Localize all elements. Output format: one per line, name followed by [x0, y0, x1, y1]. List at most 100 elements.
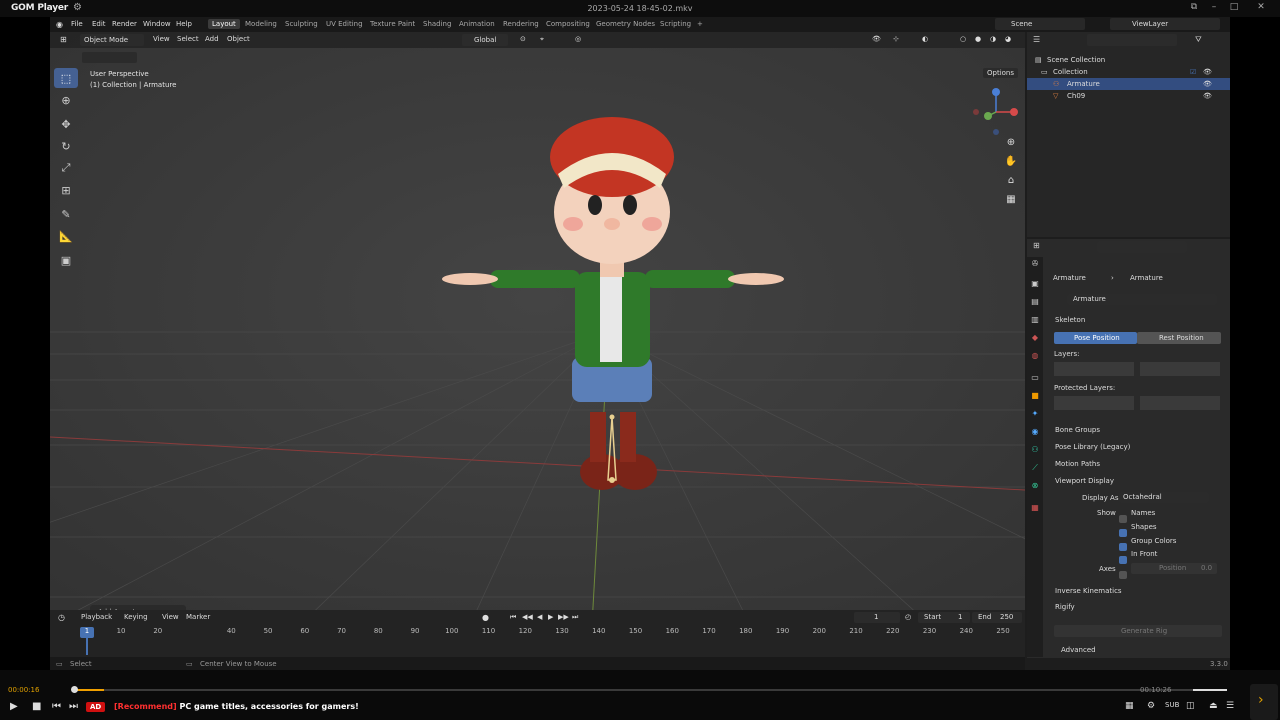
- blender-logo-icon[interactable]: ◉: [56, 20, 63, 29]
- properties-search[interactable]: [1097, 241, 1187, 253]
- pan-hand-icon[interactable]: ✋: [1003, 156, 1019, 172]
- collection-tab-icon[interactable]: ▭: [1029, 373, 1041, 385]
- panel-inverse-kinematics[interactable]: Inverse Kinematics: [1045, 584, 1223, 598]
- outliner-row-scene-collection[interactable]: ▤ Scene Collection: [1027, 54, 1230, 66]
- armature-data-tab-icon[interactable]: ⚇: [1029, 445, 1041, 457]
- object-tab-icon[interactable]: ■: [1029, 391, 1041, 403]
- protected-layers-grid-b[interactable]: [1140, 396, 1220, 410]
- tab-modeling[interactable]: Modeling: [242, 20, 280, 28]
- mode-dropdown[interactable]: Object Mode: [80, 34, 144, 46]
- tab-sculpting[interactable]: Sculpting: [282, 20, 321, 28]
- tab-rendering[interactable]: Rendering: [500, 20, 542, 28]
- record-icon[interactable]: ●: [482, 613, 489, 622]
- play-button-icon[interactable]: ▶: [10, 701, 18, 712]
- select-mode-buttons[interactable]: [82, 52, 137, 63]
- scene-selector[interactable]: Scene: [995, 18, 1085, 30]
- proportional-icon[interactable]: ◎: [575, 35, 581, 43]
- outliner-row-collection[interactable]: ▭ Collection ☑ 👁: [1027, 66, 1230, 78]
- menu-add[interactable]: Add: [205, 35, 219, 43]
- axes-checkbox[interactable]: [1119, 564, 1127, 583]
- tab-shading[interactable]: Shading: [420, 20, 454, 28]
- seek-knob[interactable]: [71, 686, 78, 693]
- physics-tab-icon[interactable]: ◉: [1029, 427, 1041, 439]
- menu-select[interactable]: Select: [177, 35, 199, 43]
- tab-texture-paint[interactable]: Texture Paint: [367, 20, 418, 28]
- constraints-tab-icon[interactable]: ⊗: [1029, 481, 1041, 493]
- panel-motion-paths[interactable]: Motion Paths: [1045, 457, 1223, 471]
- menu-window[interactable]: Window: [143, 20, 171, 28]
- output-tab-icon[interactable]: ▤: [1029, 297, 1041, 309]
- menu-render[interactable]: Render: [112, 20, 137, 28]
- properties-editor-icon[interactable]: ⊞: [1033, 241, 1040, 250]
- tab-scripting[interactable]: Scripting: [657, 20, 694, 28]
- camera-icon[interactable]: ⌂: [1003, 175, 1019, 191]
- bone-tab-icon[interactable]: ⟋: [1029, 463, 1041, 475]
- overlay-icon[interactable]: ◐: [922, 35, 928, 43]
- close-icon[interactable]: ✕: [1252, 2, 1270, 12]
- add-workspace-icon[interactable]: +: [694, 20, 706, 28]
- move-icon[interactable]: ✥: [54, 114, 78, 134]
- maximize-icon[interactable]: □: [1225, 2, 1243, 12]
- panel-viewport-display[interactable]: Viewport Display: [1045, 474, 1223, 488]
- shading-rendered-icon[interactable]: ◕: [1005, 35, 1011, 43]
- timeline-editor-icon[interactable]: ◷: [58, 613, 65, 622]
- menu-tl-view[interactable]: View: [162, 613, 179, 621]
- jump-start-icon[interactable]: ⏮: [510, 613, 516, 622]
- play-reverse-icon[interactable]: ◀: [537, 613, 542, 621]
- menu-file[interactable]: File: [71, 20, 83, 28]
- menu-icon[interactable]: ☰: [1226, 701, 1234, 711]
- subtitle-icon[interactable]: SUB: [1165, 701, 1179, 709]
- start-frame-field[interactable]: Start 1: [918, 612, 970, 623]
- scale-icon[interactable]: ⤢: [54, 158, 78, 178]
- layers-grid-a[interactable]: [1054, 362, 1134, 376]
- menu-object[interactable]: Object: [227, 35, 250, 43]
- play-icon[interactable]: ▶: [548, 613, 553, 621]
- shading-wire-icon[interactable]: ○: [960, 35, 966, 43]
- panel-rigify[interactable]: Rigify: [1045, 600, 1223, 614]
- snap-icon[interactable]: ⌖: [540, 35, 544, 44]
- frame-ruler[interactable]: 10 20 40 50 60 70 80 90 100 110 120 130 140 150 160 170…: [80, 627, 1025, 641]
- pivot-icon[interactable]: ⊙: [520, 35, 526, 43]
- stop-button-icon[interactable]: ■: [32, 701, 41, 712]
- outliner-row-ch09[interactable]: ▽ Ch09 👁: [1027, 90, 1230, 102]
- eject-icon[interactable]: ⏏: [1209, 701, 1218, 711]
- menu-keying[interactable]: Keying: [124, 613, 148, 621]
- options-button[interactable]: Options: [983, 68, 1019, 78]
- grid-view-icon[interactable]: ▦: [1003, 194, 1019, 210]
- menu-edit[interactable]: Edit: [92, 20, 106, 28]
- outliner-row-armature[interactable]: ⚇ Armature 👁: [1027, 78, 1230, 90]
- tab-geometry-nodes[interactable]: Geometry Nodes: [593, 20, 658, 28]
- menu-view[interactable]: View: [153, 35, 170, 43]
- shading-solid-icon[interactable]: ●: [975, 35, 981, 43]
- menu-help[interactable]: Help: [176, 20, 192, 28]
- panel-pose-library[interactable]: Pose Library (Legacy): [1045, 440, 1223, 454]
- cursor-icon[interactable]: ⊕: [54, 90, 78, 110]
- texture-tab-icon[interactable]: ▦: [1029, 503, 1041, 515]
- next-key-icon[interactable]: ▶▶: [558, 613, 569, 621]
- volume-slider[interactable]: [1193, 689, 1227, 691]
- select-box-icon[interactable]: ⬚: [54, 68, 78, 88]
- outliner-editor-icon[interactable]: ☰: [1033, 35, 1040, 44]
- editor-type-icon[interactable]: ⊞: [60, 35, 67, 44]
- gear-icon[interactable]: ⚙: [73, 2, 82, 13]
- rotate-icon[interactable]: ↻: [54, 136, 78, 156]
- measure-icon[interactable]: 📐: [54, 226, 78, 246]
- protected-layers-grid-a[interactable]: [1054, 396, 1134, 410]
- menu-playback[interactable]: Playback: [81, 613, 112, 621]
- capture-icon[interactable]: ◫: [1186, 701, 1195, 711]
- visibility-icon[interactable]: 👁: [872, 35, 881, 43]
- next-button-icon[interactable]: ⏭: [69, 701, 78, 712]
- annotate-icon[interactable]: ✎: [54, 204, 78, 224]
- filter-icon[interactable]: ⛛: [1195, 35, 1202, 45]
- playhead[interactable]: 1: [80, 627, 94, 638]
- checkbox-icon[interactable]: ☑: [1190, 68, 1196, 76]
- tab-uv-editing[interactable]: UV Editing: [323, 20, 366, 28]
- seek-bar[interactable]: [74, 689, 1210, 691]
- ad-banner[interactable]: [Recommend] PC game titles, accessories …: [114, 702, 359, 711]
- viewlayer-selector[interactable]: ViewLayer: [1110, 18, 1220, 30]
- transform-icon[interactable]: ⊞: [54, 180, 78, 200]
- tab-animation[interactable]: Animation: [456, 20, 498, 28]
- tab-layout[interactable]: Layout: [208, 19, 240, 29]
- 3d-viewport[interactable]: ⊞ Object Mode View Select Add Object Glo…: [50, 32, 1025, 625]
- playlist-toggle[interactable]: ›: [1250, 684, 1278, 720]
